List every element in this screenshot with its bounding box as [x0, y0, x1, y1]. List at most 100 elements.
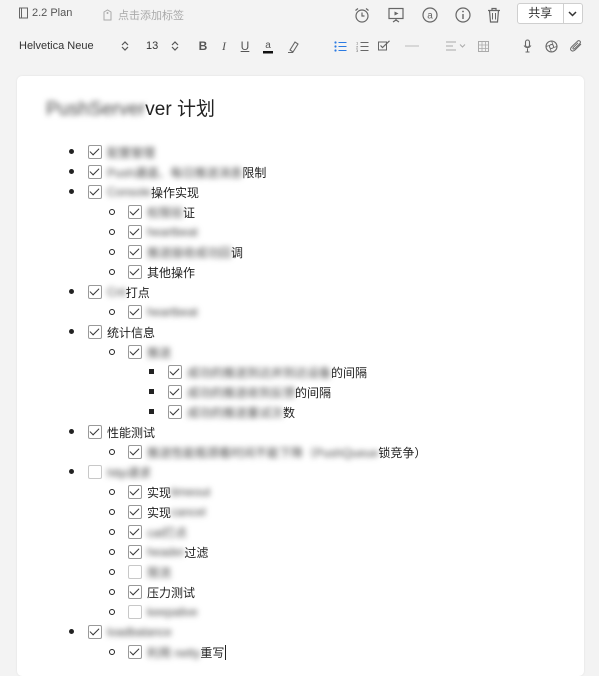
checkbox-checked[interactable] — [88, 625, 102, 639]
checklist-item[interactable]: 限流 — [128, 562, 171, 582]
checkbox-unchecked[interactable] — [128, 605, 142, 619]
checklist-item[interactable]: Cnt 打点 — [88, 282, 150, 302]
info-icon[interactable] — [453, 5, 473, 25]
highlighter-icon[interactable] — [284, 37, 302, 55]
checklist-item[interactable]: 推送性能瓶颈看时间不能下降（PushQueue 锁竞争） — [128, 442, 426, 462]
checklist-item[interactable]: 推送 — [128, 342, 171, 362]
checklist-item[interactable]: 推送接收成功回调 — [128, 242, 243, 262]
list-bullet — [109, 309, 115, 315]
checkbox-unchecked[interactable] — [128, 565, 142, 579]
checklist-icon[interactable] — [375, 37, 393, 55]
checkbox-checked[interactable] — [128, 525, 142, 539]
item-text: 调 — [231, 245, 244, 260]
checklist-item[interactable]: Console 操作实现 — [88, 182, 199, 202]
title-text: ver 计划 — [145, 99, 215, 120]
checkbox-checked[interactable] — [88, 145, 102, 159]
checklist-item[interactable]: http请求 — [88, 462, 151, 482]
checkbox-checked[interactable] — [128, 245, 142, 259]
list-bullet — [109, 509, 115, 515]
checkbox-checked[interactable] — [88, 325, 102, 339]
checkbox-checked[interactable] — [128, 225, 142, 239]
list-bullet — [69, 189, 74, 194]
notebook-icon — [19, 7, 28, 19]
format-toolbar: Helvetica Neue 13 B I U a 123 — [0, 33, 599, 59]
add-tag-field[interactable]: 点击添加标签 — [102, 7, 184, 23]
bulleted-list-icon[interactable] — [331, 37, 349, 55]
checkbox-checked[interactable] — [128, 585, 142, 599]
note-editor[interactable]: PushServerver 计划 配置管理 Push通道、每日推送消息 限制 Cons… — [17, 76, 584, 676]
checklist-item[interactable]: cat打点 — [128, 522, 187, 542]
camera-icon[interactable] — [542, 37, 560, 55]
font-size-select[interactable]: 13 — [146, 40, 158, 52]
checklist-item[interactable]: keepalive — [128, 602, 198, 622]
checkbox-unchecked[interactable] — [88, 465, 102, 479]
at-mention-icon[interactable]: a — [420, 5, 440, 25]
item-text-blurred: timeout — [171, 485, 211, 499]
checklist-item[interactable]: loadbalance — [88, 622, 172, 642]
horizontal-rule-icon[interactable] — [403, 37, 421, 55]
checklist-item[interactable]: 成功的推送收到反馈 的间隔 — [168, 382, 331, 402]
checkbox-checked[interactable] — [128, 305, 142, 319]
checklist-item[interactable]: 成功的推送到达并到达设备 的间隔 — [168, 362, 367, 382]
checklist-item[interactable]: 配置管理 — [88, 142, 155, 162]
reminder-alarm-icon[interactable] — [352, 5, 372, 25]
checklist-item[interactable]: 权限验证 — [128, 202, 195, 222]
list-bullet — [109, 229, 115, 235]
list-bullet — [109, 269, 115, 275]
checklist-item[interactable]: heartbeat — [128, 222, 198, 242]
table-icon[interactable] — [474, 37, 492, 55]
checkbox-checked[interactable] — [128, 445, 142, 459]
checkbox-checked[interactable] — [128, 265, 142, 279]
bold-icon[interactable]: B — [194, 37, 212, 55]
numbered-list-icon[interactable]: 123 — [353, 37, 371, 55]
checklist-item[interactable]: 性能测试 — [88, 422, 155, 442]
share-button[interactable]: 共享 — [517, 3, 583, 24]
trash-icon[interactable] — [484, 5, 504, 25]
checklist-item[interactable]: 实现 timeout — [128, 482, 210, 502]
item-text-blurred: Push通道、每日推送消息 — [107, 165, 243, 180]
attachment-icon[interactable] — [567, 37, 585, 55]
font-size-stepper-icon[interactable] — [166, 37, 184, 55]
checklist-item[interactable]: heartbeat — [128, 302, 198, 322]
checkbox-checked[interactable] — [128, 205, 142, 219]
checkbox-checked[interactable] — [168, 405, 182, 419]
checkbox-checked[interactable] — [128, 545, 142, 559]
checkbox-checked[interactable] — [128, 505, 142, 519]
list-bullet — [109, 529, 115, 535]
checklist-item[interactable]: 其他操作 — [128, 262, 195, 282]
present-icon[interactable] — [386, 5, 406, 25]
checkbox-checked[interactable] — [168, 365, 182, 379]
list-bullet — [69, 169, 74, 174]
list-bullet — [69, 149, 74, 154]
item-text: 压力测试 — [147, 585, 196, 600]
checkbox-checked[interactable] — [88, 185, 102, 199]
checkbox-checked[interactable] — [88, 165, 102, 179]
notebook-selector[interactable]: 2.2 Plan — [18, 7, 72, 19]
title-blurred: PushServer — [46, 99, 146, 120]
checkbox-checked[interactable] — [88, 425, 102, 439]
font-family-stepper-icon[interactable] — [116, 37, 134, 55]
checklist-item[interactable]: 实现 cancel — [128, 502, 206, 522]
item-text: 限制 — [242, 165, 267, 180]
checkbox-checked[interactable] — [128, 345, 142, 359]
checklist-item[interactable]: Push通道、每日推送消息 限制 — [88, 162, 266, 182]
text-color-icon[interactable]: a — [259, 37, 277, 55]
note-title[interactable]: PushServerver 计划 — [46, 94, 215, 121]
checkbox-checked[interactable] — [168, 385, 182, 399]
checklist-item[interactable]: 统计信息 — [88, 322, 155, 342]
item-text: 数 — [283, 405, 296, 420]
underline-icon[interactable]: U — [236, 37, 254, 55]
checklist-item[interactable]: header 过滤 — [128, 542, 208, 562]
checklist-item[interactable]: 压力测试 — [128, 582, 195, 602]
checklist-item[interactable]: 成功的推送重试次数 — [168, 402, 295, 422]
font-family-select[interactable]: Helvetica Neue — [19, 40, 94, 52]
checkbox-checked[interactable] — [88, 285, 102, 299]
checkbox-checked[interactable] — [128, 485, 142, 499]
list-bullet — [149, 369, 154, 374]
italic-icon[interactable]: I — [215, 37, 233, 55]
microphone-icon[interactable] — [518, 37, 536, 55]
checklist-item[interactable]: 利用 netty 重写 — [128, 642, 227, 662]
checkbox-checked[interactable] — [128, 645, 142, 659]
align-dropdown-icon[interactable] — [445, 37, 469, 55]
share-dropdown[interactable] — [562, 4, 582, 23]
